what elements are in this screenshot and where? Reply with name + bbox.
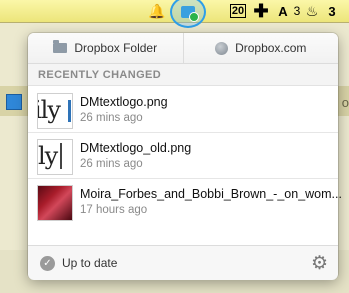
- list-item[interactable]: ly DMtextlogo_old.png 26 mins ago: [28, 133, 338, 179]
- flame-icon[interactable]: ♨: [306, 2, 319, 20]
- count-icon[interactable]: 3: [326, 2, 338, 20]
- recently-changed-header: RECENTLY CHANGED: [28, 64, 338, 86]
- file-time: 17 hours ago: [80, 204, 148, 216]
- file-time: 26 mins ago: [80, 112, 143, 124]
- sync-status: Up to date: [62, 256, 118, 270]
- file-thumbnail: ly: [37, 139, 73, 175]
- list-item[interactable]: Moira_Forbes_and_Bobbi_Brown_-_on_wom...…: [28, 179, 342, 227]
- thumbnail-text: ly: [38, 142, 58, 170]
- file-name: DMtextlogo.png: [80, 95, 168, 109]
- plus-icon[interactable]: ✚: [253, 1, 269, 21]
- dropbox-folder-button[interactable]: Dropbox Folder: [28, 33, 183, 63]
- file-thumbnail: ily: [37, 93, 73, 129]
- menubar: 🔔 20 ✚ A 3 ♨ 3: [0, 0, 349, 28]
- thumbnail-text: ily: [38, 96, 61, 124]
- globe-icon: [215, 41, 229, 55]
- file-name: Moira_Forbes_and_Bobbi_Brown_-_on_wom...: [80, 187, 342, 201]
- panel-toolbar: Dropbox Folder Dropbox.com: [28, 33, 338, 64]
- thumbnail-frame: [60, 143, 69, 169]
- adobe-badge: 3: [293, 4, 301, 18]
- folder-icon: [53, 40, 68, 53]
- calendar-day: 20: [229, 4, 247, 18]
- list-item[interactable]: ily DMtextlogo.png 26 mins ago: [28, 87, 338, 133]
- file-time: 26 mins ago: [80, 158, 143, 170]
- file-thumbnail-photo: [37, 185, 73, 221]
- gear-icon[interactable]: ⚙: [311, 252, 328, 275]
- file-name: DMtextlogo_old.png: [80, 141, 192, 155]
- adobe-icon[interactable]: A: [276, 2, 290, 20]
- notification-bell-icon[interactable]: 🔔: [148, 2, 165, 20]
- dropbox-menu-panel: Dropbox Folder Dropbox.com RECENTLY CHAN…: [28, 33, 342, 280]
- dropbox-com-label: Dropbox.com: [235, 41, 307, 55]
- dropbox-com-button[interactable]: Dropbox.com: [182, 33, 339, 63]
- check-icon: ✓: [40, 256, 55, 271]
- panel-footer: ✓ Up to date ⚙: [28, 245, 338, 280]
- background-blue-icon: [6, 94, 22, 110]
- calendar-icon[interactable]: 20: [229, 2, 247, 20]
- background-edge-text: o: [341, 95, 349, 110]
- thumbnail-accent: [68, 100, 71, 122]
- dropbox-folder-label: Dropbox Folder: [74, 41, 158, 55]
- dropbox-icon: [181, 6, 199, 22]
